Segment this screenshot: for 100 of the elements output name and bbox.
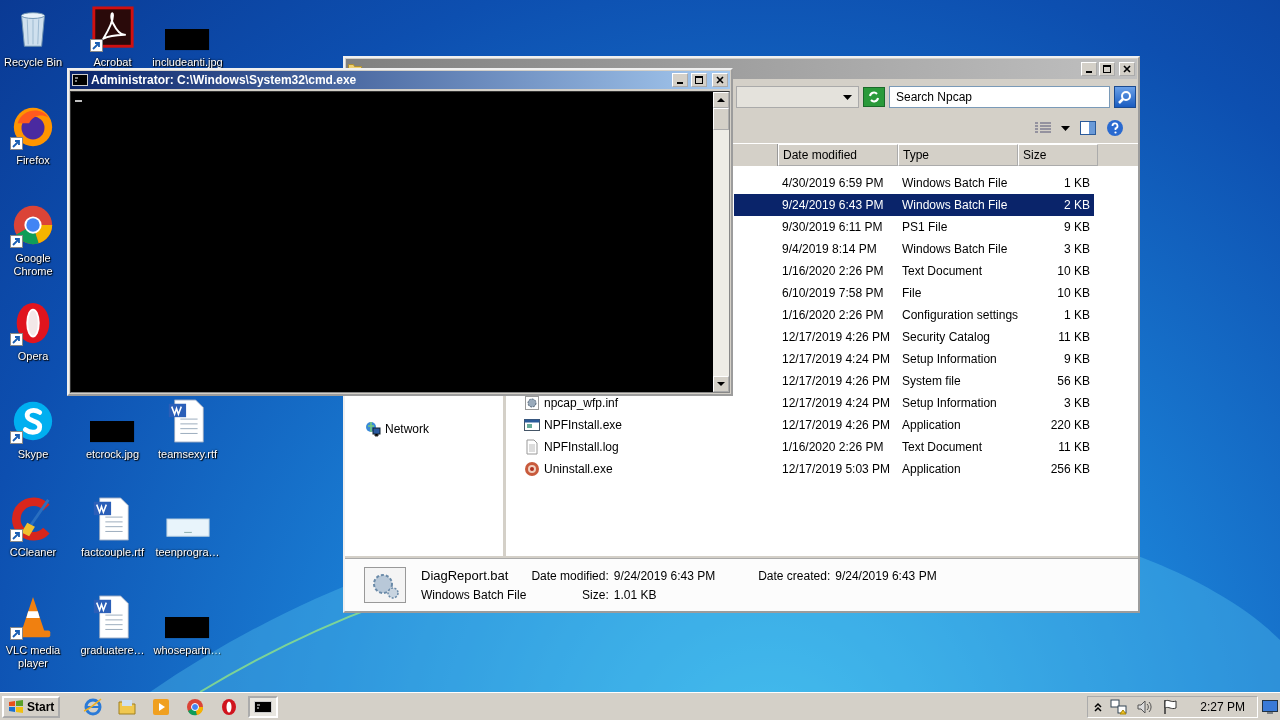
size-cell-text: 1 KB bbox=[1063, 176, 1091, 190]
file-row[interactable]: npcap_wfp.inf 12/17/2019 4:24 PM Setup Information 3 KB bbox=[520, 392, 1094, 414]
column-header[interactable]: Size bbox=[1018, 144, 1098, 166]
file-row[interactable]: 12/17/2019 4:26 PM System file 56 KB bbox=[734, 370, 1094, 392]
show-desktop-icon[interactable] bbox=[1262, 699, 1278, 714]
file-row[interactable]: 1/16/2020 2:26 PM Text Document 10 KB bbox=[734, 260, 1094, 282]
file-name: DiagReport.bat bbox=[421, 568, 510, 583]
file-name: npcap_wfp.inf bbox=[544, 396, 619, 410]
uninstaller-icon bbox=[524, 461, 540, 477]
text-cursor bbox=[75, 100, 82, 102]
date-cell-text: 1/16/2020 2:26 PM bbox=[781, 440, 885, 454]
type-cell-text: Setup Information bbox=[901, 396, 998, 410]
window-title: Administrator: C:\Windows\System32\cmd.exe bbox=[91, 73, 358, 87]
type-cell-text: Configuration settings bbox=[901, 308, 1018, 322]
text-file-icon bbox=[524, 439, 540, 455]
column-header[interactable]: Date modified bbox=[778, 144, 898, 166]
file-type: Windows Batch File bbox=[421, 588, 527, 602]
size-cell-text: 10 KB bbox=[1056, 286, 1091, 300]
dropdown-arrow-icon[interactable] bbox=[843, 94, 852, 100]
file-row[interactable]: NPFInstall.log 1/16/2020 2:26 PM Text Document 11 KB bbox=[520, 436, 1094, 458]
type-cell-text: Text Document bbox=[901, 440, 984, 454]
icon-label[interactable]: Acrobat bbox=[93, 56, 132, 69]
field-value: 1.01 KB bbox=[613, 588, 658, 602]
icon-label[interactable]: teenprogra… bbox=[155, 546, 220, 559]
scroll-down-arrow-icon[interactable] bbox=[717, 381, 725, 387]
preview-pane-icon[interactable] bbox=[1080, 121, 1096, 135]
browser-icon[interactable] bbox=[83, 696, 104, 717]
scrollbar-thumb[interactable] bbox=[713, 108, 729, 130]
size-cell-text: 2 KB bbox=[1063, 198, 1091, 212]
field-label: Date created: bbox=[758, 568, 831, 583]
icon-label[interactable]: Opera bbox=[17, 350, 49, 363]
date-cell-text: 12/17/2019 4:26 PM bbox=[781, 330, 892, 344]
type-cell-text: Windows Batch File bbox=[901, 198, 1009, 212]
icon-label[interactable]: whosepartn… bbox=[153, 644, 222, 657]
type-cell-text: Text Document bbox=[901, 264, 984, 278]
field-label: Date modified: bbox=[531, 568, 609, 583]
clock[interactable]: 2:27 PM bbox=[1200, 699, 1245, 714]
file-name: Uninstall.exe bbox=[544, 462, 613, 476]
scrollbar[interactable] bbox=[713, 92, 729, 392]
size-cell-text: 9 KB bbox=[1063, 220, 1091, 234]
date-cell-text: 12/17/2019 5:03 PM bbox=[781, 462, 892, 476]
date-cell-text: 9/24/2019 6:43 PM bbox=[781, 198, 885, 212]
icon-label[interactable]: factcouple.rtf bbox=[81, 546, 144, 559]
address-field[interactable] bbox=[736, 86, 859, 108]
date-cell-text: 1/16/2020 2:26 PM bbox=[781, 264, 885, 278]
type-cell-text: Security Catalog bbox=[901, 330, 992, 344]
date-cell-text: 12/17/2019 4:24 PM bbox=[781, 396, 892, 410]
date-cell-text: 12/17/2019 4:26 PM bbox=[781, 418, 892, 432]
icon-label[interactable]: VLC media player bbox=[0, 644, 66, 670]
date-cell-text: 9/4/2019 8:14 PM bbox=[781, 242, 878, 256]
icon-label[interactable]: Recycle Bin bbox=[3, 56, 63, 69]
search-field[interactable]: Search Npcap bbox=[889, 86, 1110, 108]
console-taskbar-button[interactable] bbox=[248, 695, 279, 718]
date-cell-text: 12/17/2019 4:24 PM bbox=[781, 352, 892, 366]
file-row[interactable]: 1/16/2020 2:26 PM Configuration settings 1 KB bbox=[734, 304, 1094, 326]
file-row[interactable]: 9/30/2019 6:11 PM PS1 File 9 KB bbox=[734, 216, 1094, 238]
size-cell-text: 56 KB bbox=[1056, 374, 1091, 388]
date-cell-text: 6/10/2019 7:58 PM bbox=[781, 286, 885, 300]
selected-file-row[interactable]: 9/24/2019 6:43 PM Windows Batch File 2 KB bbox=[734, 194, 1094, 216]
size-cell-text: 256 KB bbox=[1049, 462, 1091, 476]
file-row[interactable]: 4/30/2019 6:59 PM Windows Batch File 1 KB bbox=[734, 172, 1094, 194]
speaker-icon[interactable] bbox=[1136, 698, 1155, 715]
type-cell-text: File bbox=[901, 286, 923, 300]
file-row[interactable]: 9/4/2019 8:14 PM Windows Batch File 3 KB bbox=[734, 238, 1094, 260]
scroll-up-arrow-icon[interactable] bbox=[717, 97, 725, 103]
file-row[interactable]: 6/10/2019 7:58 PM File 10 KB bbox=[734, 282, 1094, 304]
windows-logo-icon[interactable] bbox=[8, 699, 24, 714]
batch-file-icon bbox=[363, 566, 407, 604]
type-cell-text: Windows Batch File bbox=[901, 176, 1009, 190]
type-cell-text: Application bbox=[901, 462, 962, 476]
icon-label[interactable]: includeanti.jpg bbox=[152, 56, 223, 69]
icon-label[interactable]: Google Chrome bbox=[0, 252, 66, 278]
file-row[interactable]: Uninstall.exe 12/17/2019 5:03 PM Application 256 KB bbox=[520, 458, 1094, 480]
size-cell-text: 11 KB bbox=[1057, 440, 1091, 454]
flag-icon[interactable] bbox=[1162, 698, 1179, 715]
date-cell-text: 9/30/2019 6:11 PM bbox=[781, 220, 884, 234]
size-cell-text: 3 KB bbox=[1063, 242, 1091, 256]
file-row[interactable]: 12/17/2019 4:26 PM Security Catalog 11 KB bbox=[734, 326, 1094, 348]
dropdown-arrow-icon[interactable] bbox=[1061, 125, 1070, 131]
file-row[interactable]: 12/17/2019 4:24 PM Setup Information 9 KB bbox=[734, 348, 1094, 370]
console-icon bbox=[72, 74, 88, 86]
help-icon[interactable] bbox=[1106, 119, 1124, 137]
field-value: 9/24/2019 6:43 PM bbox=[835, 568, 937, 583]
icon-label[interactable]: teamsexy.rtf bbox=[157, 448, 218, 461]
file-row[interactable]: NPFInstall.exe 12/17/2019 4:26 PM Application 220 KB bbox=[520, 414, 1094, 436]
size-cell-text: 10 KB bbox=[1056, 264, 1091, 278]
icon-label[interactable]: graduatere… bbox=[80, 644, 145, 657]
icon-label[interactable]: CCleaner bbox=[9, 546, 57, 559]
type-cell-text: Application bbox=[901, 418, 962, 432]
network-icon[interactable] bbox=[365, 421, 381, 437]
start-button[interactable]: Start bbox=[2, 695, 61, 718]
icon-label[interactable]: Skype bbox=[17, 448, 49, 461]
size-cell-text: 1 KB bbox=[1063, 308, 1091, 322]
icon-label[interactable]: Firefox bbox=[16, 154, 50, 167]
field-value: 9/24/2019 6:43 PM bbox=[613, 568, 716, 583]
nav-item[interactable]: Network bbox=[385, 422, 429, 436]
size-cell-text: 3 KB bbox=[1063, 396, 1091, 410]
chevron-up-icon[interactable] bbox=[1094, 701, 1103, 712]
column-header[interactable]: Type bbox=[898, 144, 1018, 166]
icon-label[interactable]: etcrock.jpg bbox=[85, 448, 140, 461]
